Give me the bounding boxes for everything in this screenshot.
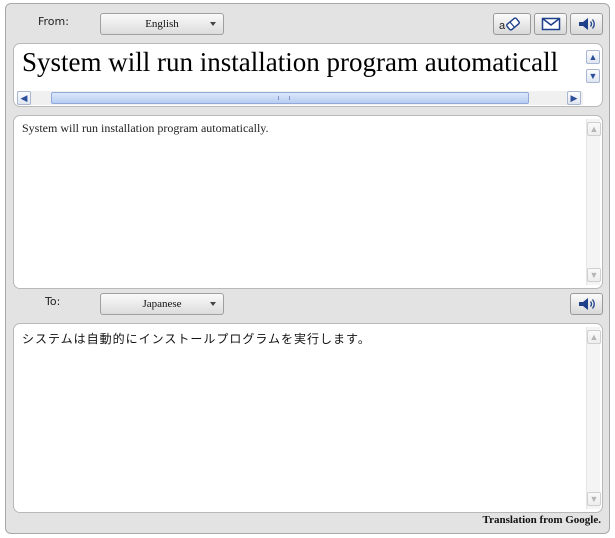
from-label: From: <box>38 15 69 28</box>
svg-text:a: a <box>499 20 506 32</box>
clear-button[interactable]: a <box>493 13 531 35</box>
source-language-select[interactable]: English <box>100 13 224 35</box>
source-input-vscroll[interactable]: ▲ ▼ <box>586 47 600 87</box>
source-body-text[interactable]: System will run installation program aut… <box>22 121 578 136</box>
attribution-text: Translation from Google. <box>482 514 601 526</box>
result-text-vscroll[interactable]: ▲ ▼ <box>586 327 601 509</box>
hscroll-thumb[interactable] <box>51 92 529 104</box>
speak-result-button[interactable] <box>570 293 603 315</box>
target-language-select[interactable]: Japanese <box>100 293 224 315</box>
eraser-icon: a <box>499 17 520 32</box>
source-input-text[interactable]: System will run installation program aut… <box>22 47 558 78</box>
source-input-viewport: System will run installation program aut… <box>14 44 584 90</box>
scroll-down-icon[interactable]: ▼ <box>587 492 601 506</box>
source-input-hscroll[interactable]: ◀ ▶ <box>17 91 583 105</box>
translator-panel: From: English a System will run installa… <box>5 3 610 534</box>
scroll-down-icon[interactable]: ▼ <box>586 69 600 83</box>
source-input-box[interactable]: System will run installation program aut… <box>13 43 603 107</box>
chevron-down-icon <box>210 302 216 306</box>
scroll-up-icon[interactable]: ▲ <box>587 330 601 344</box>
scroll-up-icon[interactable]: ▲ <box>586 50 600 64</box>
speak-source-button[interactable] <box>570 13 603 35</box>
result-body-text[interactable]: システムは自動的にインストールプログラムを実行します。 <box>22 330 578 347</box>
chevron-down-icon <box>210 22 216 26</box>
scroll-up-icon[interactable]: ▲ <box>587 122 601 136</box>
target-language-value: Japanese <box>142 298 182 310</box>
scroll-left-icon[interactable]: ◀ <box>17 91 31 105</box>
email-button[interactable] <box>534 13 567 35</box>
result-text-area[interactable]: システムは自動的にインストールプログラムを実行します。 ▲ ▼ <box>13 323 603 513</box>
grip-icon <box>278 96 290 100</box>
to-label: To: <box>45 295 61 308</box>
speaker-icon <box>578 18 595 30</box>
source-text-vscroll[interactable]: ▲ ▼ <box>586 119 601 285</box>
scroll-down-icon[interactable]: ▼ <box>587 268 601 282</box>
speaker-icon <box>578 298 595 310</box>
source-text-area[interactable]: System will run installation program aut… <box>13 115 603 289</box>
scroll-right-icon[interactable]: ▶ <box>567 91 581 105</box>
envelope-icon <box>541 17 560 31</box>
source-language-value: English <box>145 18 179 30</box>
